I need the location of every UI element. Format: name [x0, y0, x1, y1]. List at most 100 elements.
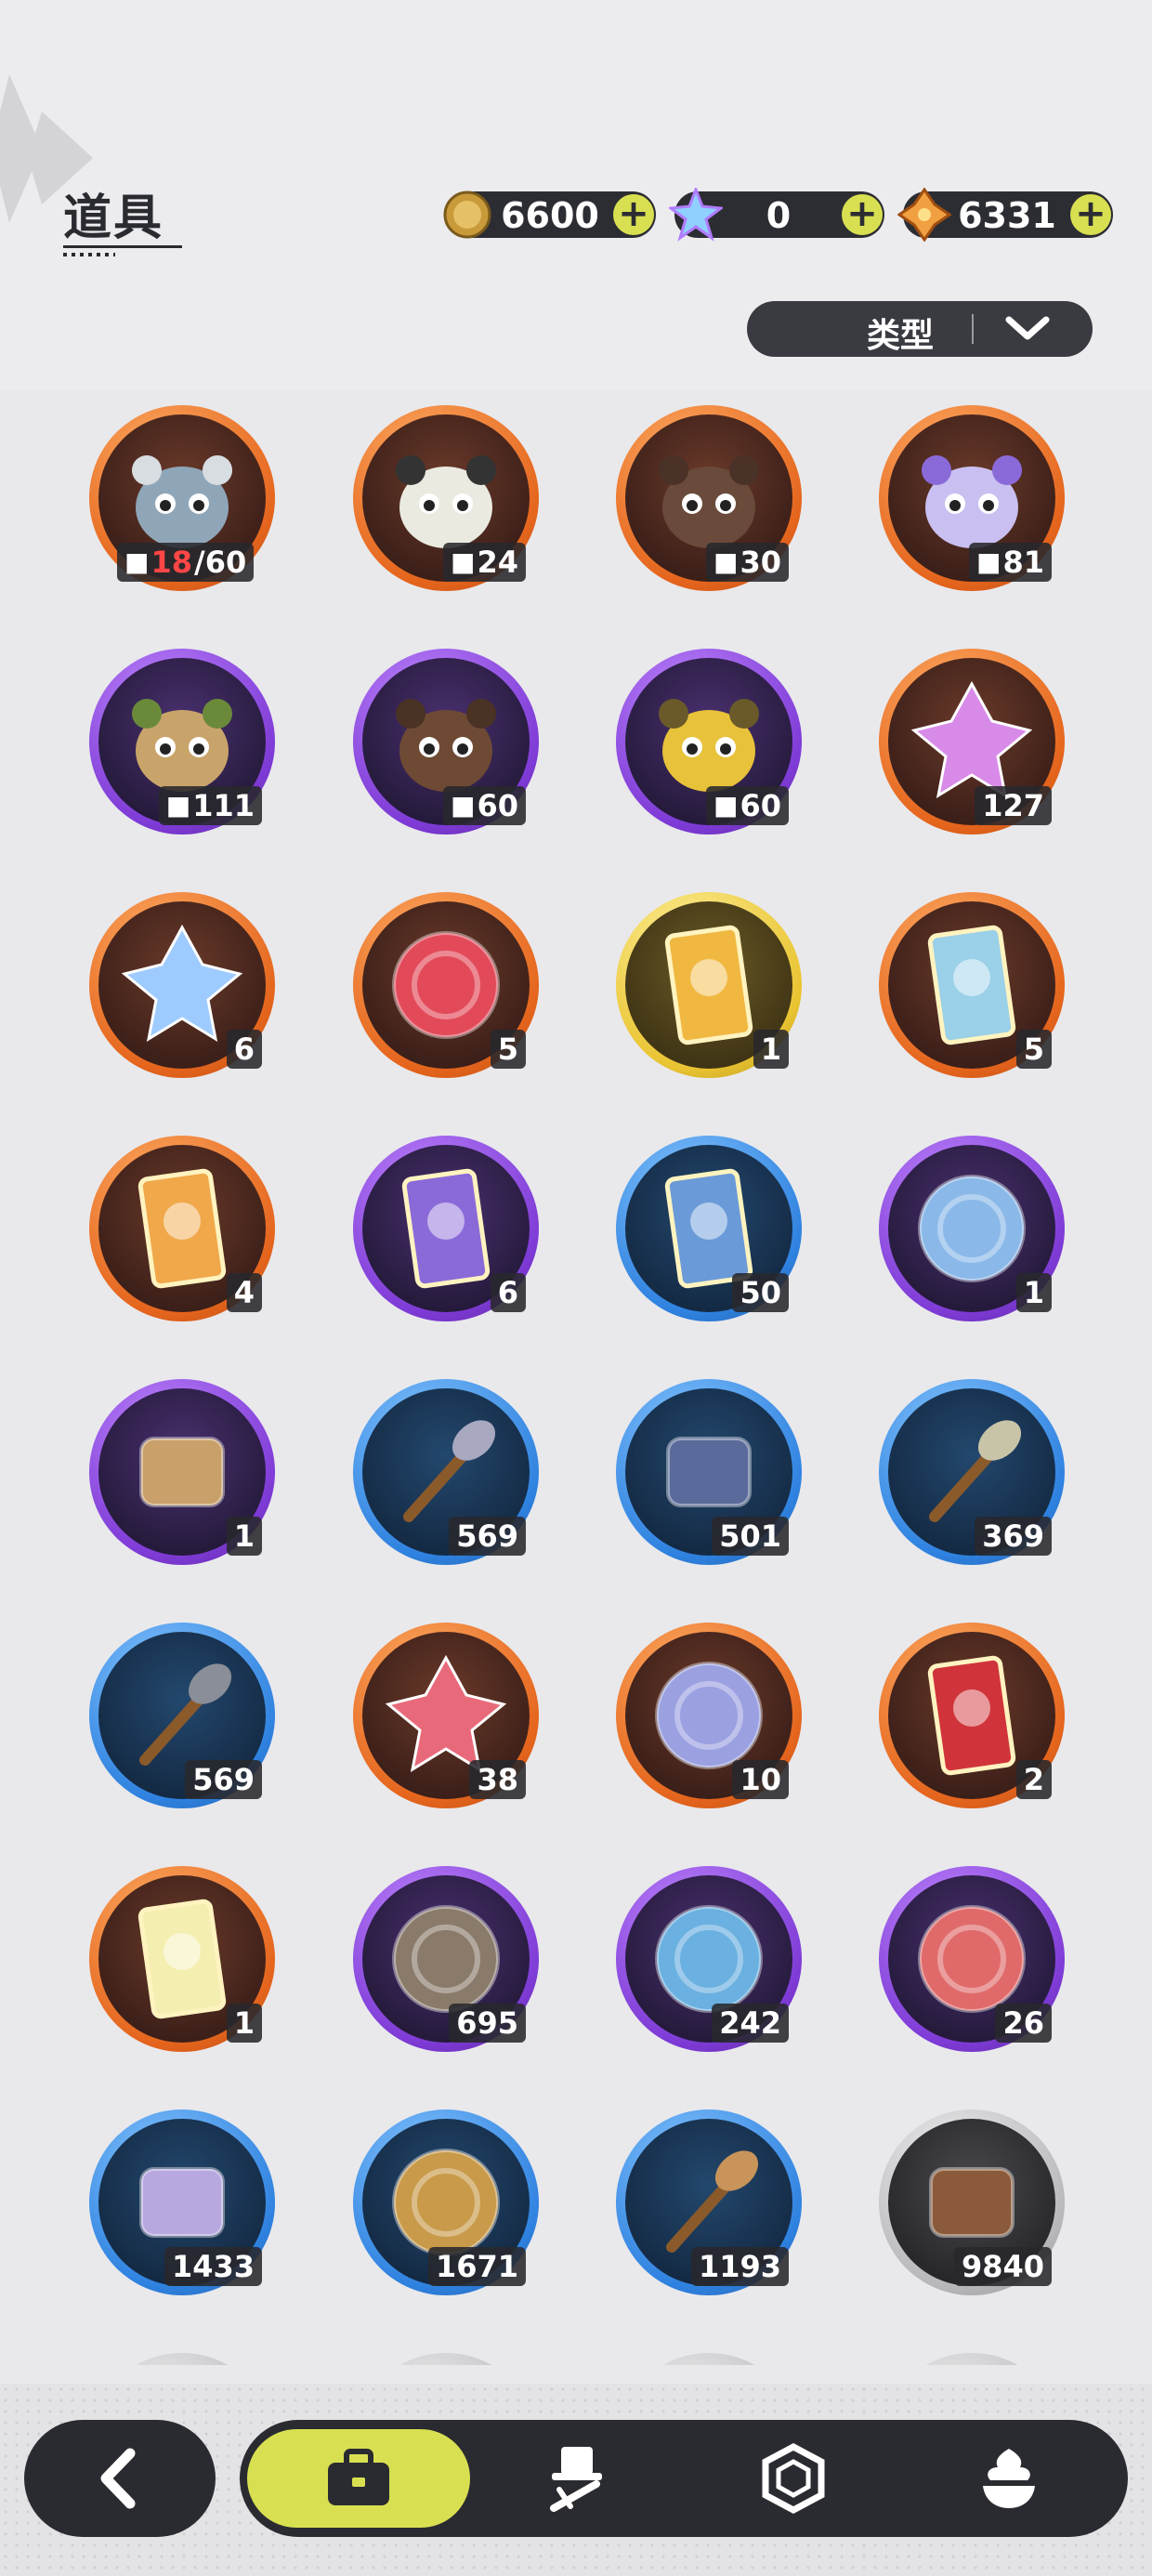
item-slot[interactable]: 242: [616, 1866, 802, 2052]
shard-icon: ■: [713, 546, 739, 577]
shard-icon: ■: [124, 546, 150, 577]
item-slot[interactable]: 4: [89, 1136, 275, 1321]
filter-label: 类型: [866, 317, 934, 355]
item-count: 50: [740, 1275, 781, 1310]
bag-icon: [328, 2449, 389, 2505]
item-count-badge: 6: [490, 1273, 526, 1312]
item-count-badge: 369: [975, 1517, 1052, 1556]
item-count: 4: [233, 1275, 255, 1310]
item-slot[interactable]: 1: [616, 892, 802, 1078]
back-button[interactable]: [24, 2420, 216, 2537]
item-count: 81: [1002, 545, 1044, 580]
chevron-down-icon: [1005, 316, 1050, 340]
item-slot[interactable]: 6: [353, 1136, 539, 1321]
item-count-badge: 9840: [953, 2247, 1052, 2286]
item-count: 10: [740, 1762, 781, 1797]
item-count: 5: [1023, 1032, 1044, 1067]
item-count-badge: 501: [712, 1517, 789, 1556]
currency-crystal: 0 +: [669, 188, 884, 242]
item-slot[interactable]: ■ 24: [353, 405, 539, 591]
item-slot[interactable]: 369: [879, 1379, 1065, 1565]
rarity-ring: [879, 2353, 1065, 2365]
item-count: 5: [497, 1032, 518, 1067]
rarity-ring: [89, 2353, 275, 2365]
item-slot[interactable]: 1193: [616, 2109, 802, 2295]
item-slot[interactable]: 1671: [353, 2109, 539, 2295]
rarity-ring: [616, 2353, 802, 2365]
item-slot[interactable]: 9840: [879, 2109, 1065, 2295]
add-gold-button[interactable]: +: [613, 194, 654, 235]
item-slot[interactable]: 1: [89, 1379, 275, 1565]
item-slot[interactable]: ■ 111: [89, 649, 275, 835]
tab-bag[interactable]: [243, 2425, 474, 2531]
item-slot[interactable]: 569: [89, 1623, 275, 1808]
item-slot[interactable]: 569: [353, 1379, 539, 1565]
item-slot[interactable]: 2: [879, 1623, 1065, 1808]
currency-gold: 6600 +: [443, 191, 656, 239]
tab-food[interactable]: [907, 2425, 1111, 2531]
item-count: 9840: [961, 2249, 1044, 2284]
item-slot[interactable]: 1: [89, 1866, 275, 2052]
item-slot[interactable]: ■ 18/60: [89, 405, 275, 591]
title-underline: [63, 245, 182, 248]
item-count-badge: ■ 30: [706, 543, 789, 582]
item-count: 695: [456, 2005, 518, 2041]
item-count: 30: [740, 545, 781, 580]
item-slot[interactable]: 38: [353, 1623, 539, 1808]
item-count-badge: 569: [185, 1760, 262, 1799]
item-count-badge: 127: [975, 786, 1052, 825]
item-count-badge: 26: [995, 2004, 1052, 2043]
tab-gems[interactable]: [691, 2425, 896, 2531]
item-count-badge: 1: [1015, 1273, 1052, 1312]
item-slot[interactable]: ■ 60: [616, 649, 802, 835]
currency-gem: 6331 +: [897, 188, 1113, 242]
item-slot[interactable]: 26: [879, 1866, 1065, 2052]
item-count-badge: 1433: [164, 2247, 262, 2286]
item-count: 38: [477, 1762, 518, 1797]
item-count: 1: [233, 2005, 255, 2041]
item-slot-partial: [616, 2353, 802, 2365]
currency-amount: 6600: [501, 195, 599, 236]
item-count-badge: 695: [449, 2004, 526, 2043]
item-count-badge: 1193: [690, 2247, 789, 2286]
item-count: 242: [719, 2005, 781, 2041]
item-count-badge: 50: [732, 1273, 789, 1312]
item-slot[interactable]: ■ 60: [353, 649, 539, 835]
header: 道具 6600 + 0 + 6331 + 类型: [0, 0, 1152, 390]
item-slot[interactable]: 5: [879, 892, 1065, 1078]
item-slot[interactable]: 1: [879, 1136, 1065, 1321]
hexagon-gem-icon: [762, 2443, 825, 2514]
item-slot[interactable]: 5: [353, 892, 539, 1078]
item-slot[interactable]: 1433: [89, 2109, 275, 2295]
item-count-badge: ■ 60: [443, 786, 526, 825]
item-count: 60: [477, 788, 518, 823]
item-slot[interactable]: 501: [616, 1379, 802, 1565]
item-slot[interactable]: 695: [353, 1866, 539, 2052]
item-count-badge: 6: [226, 1030, 262, 1069]
item-count-badge: 1: [226, 2004, 262, 2043]
item-count: 24: [477, 545, 518, 580]
add-gem-button[interactable]: +: [1070, 194, 1111, 235]
item-slot[interactable]: 10: [616, 1623, 802, 1808]
item-slot[interactable]: 50: [616, 1136, 802, 1321]
item-slot-partial: [353, 2353, 539, 2365]
item-count: 26: [1002, 2005, 1044, 2041]
item-count: 1: [760, 1032, 781, 1067]
type-filter-dropdown[interactable]: 类型: [747, 301, 1093, 357]
item-slot[interactable]: ■ 81: [879, 405, 1065, 591]
item-count: 1433: [171, 2249, 255, 2284]
add-crystal-button[interactable]: +: [842, 194, 883, 235]
item-count: 6: [497, 1275, 518, 1310]
item-slot[interactable]: ■ 30: [616, 405, 802, 591]
item-count-badge: ■ 24: [443, 543, 526, 582]
item-count-badge: 1: [753, 1030, 789, 1069]
item-slot[interactable]: 6: [89, 892, 275, 1078]
item-count-badge: 2: [1015, 1760, 1052, 1799]
item-count-badge: 569: [449, 1517, 526, 1556]
tab-equipment[interactable]: [476, 2425, 680, 2531]
item-count: 1: [233, 1518, 255, 1554]
item-slot[interactable]: 127: [879, 649, 1065, 835]
item-count: 1671: [435, 2249, 518, 2284]
item-count-badge: ■ 81: [969, 543, 1052, 582]
title-dots: [63, 253, 115, 256]
